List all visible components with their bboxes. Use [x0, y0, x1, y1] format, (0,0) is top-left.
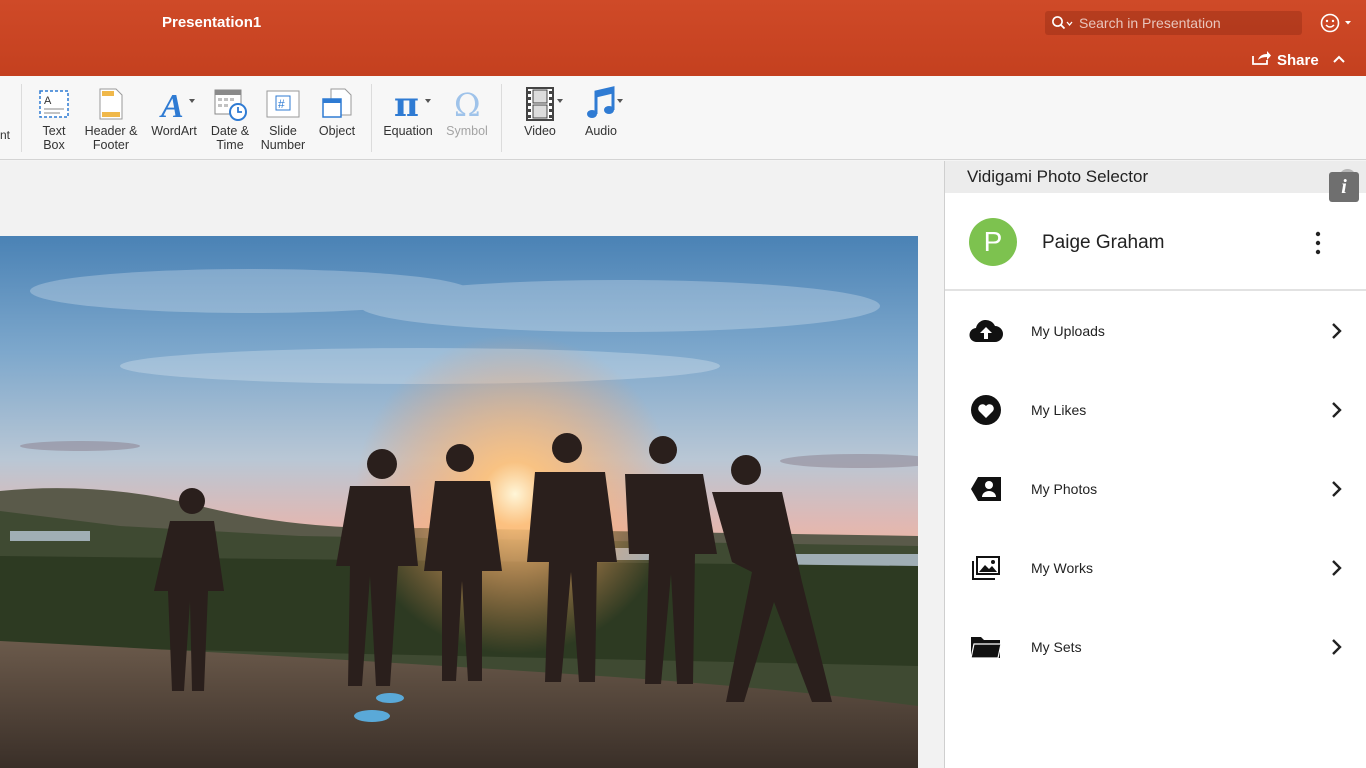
text-box-icon: A	[37, 84, 71, 124]
ribbon-separator	[21, 84, 22, 152]
title-bar: Presentation1 Share	[0, 0, 1366, 76]
video-button[interactable]: Video	[514, 84, 566, 138]
folder-icon	[969, 632, 1003, 662]
chevron-right-icon	[1331, 559, 1343, 577]
search-input[interactable]	[1079, 15, 1299, 31]
svg-text:A: A	[44, 95, 52, 107]
menu-item-my-sets[interactable]: My Sets	[945, 607, 1366, 686]
wordart-icon: A	[157, 84, 195, 124]
svg-text:Ω: Ω	[454, 88, 481, 120]
photo-stack-icon	[969, 553, 1003, 583]
person-tag-icon	[969, 474, 1003, 504]
ribbon: nt A Text Box Header & Footer A WordArt …	[0, 76, 1366, 160]
svg-text:A: A	[159, 88, 184, 121]
more-options-icon[interactable]	[1313, 231, 1323, 255]
wordart-button[interactable]: A WordArt	[148, 84, 200, 138]
chevron-right-icon	[1331, 480, 1343, 498]
equation-button[interactable]: π Equation	[380, 84, 436, 138]
chevron-right-icon	[1331, 401, 1343, 419]
slide-photo[interactable]	[0, 236, 918, 768]
slide-number-button[interactable]: # Slide Number	[259, 84, 307, 152]
photo-selector-pane: Vidigami Photo Selector P Paige Graham i…	[944, 161, 1366, 768]
menu-item-my-works[interactable]: My Works	[945, 528, 1366, 607]
omega-icon: Ω	[450, 84, 484, 124]
slide-number-icon: #	[265, 84, 301, 124]
ribbon-cut-label: nt	[0, 128, 11, 142]
user-profile-row: P Paige Graham i	[945, 172, 1366, 291]
music-note-icon	[585, 84, 623, 124]
menu-item-my-photos[interactable]: My Photos	[945, 449, 1366, 528]
search-box[interactable]	[1045, 11, 1302, 35]
date-time-button[interactable]: Date & Time	[207, 84, 253, 152]
header-footer-button[interactable]: Header & Footer	[80, 84, 142, 152]
calendar-clock-icon	[212, 84, 248, 124]
chevron-right-icon	[1331, 638, 1343, 656]
collapse-ribbon-icon[interactable]	[1332, 52, 1346, 66]
info-button[interactable]: i	[1329, 172, 1359, 202]
header-footer-icon	[96, 84, 126, 124]
avatar: P	[969, 218, 1017, 266]
chevron-right-icon	[1331, 322, 1343, 340]
menu-item-my-likes[interactable]: My Likes	[945, 370, 1366, 449]
share-icon	[1251, 50, 1271, 70]
heart-icon	[969, 394, 1003, 425]
feedback-smiley-icon[interactable]	[1320, 12, 1354, 34]
share-button[interactable]: Share	[1251, 50, 1319, 70]
document-title: Presentation1	[162, 14, 262, 31]
object-button[interactable]: Object	[313, 84, 361, 138]
sunset-group-photo	[0, 269, 918, 768]
cloud-upload-icon	[969, 316, 1003, 346]
pi-icon: π	[391, 84, 431, 124]
pane-header: Vidigami Photo Selector	[945, 161, 1366, 193]
pane-title: Vidigami Photo Selector	[967, 167, 1149, 186]
svg-text:π: π	[394, 88, 419, 120]
slide-editing-area[interactable]	[0, 161, 944, 768]
audio-button[interactable]: Audio	[576, 84, 626, 138]
search-icon[interactable]	[1051, 14, 1073, 32]
text-box-button[interactable]: A Text Box	[34, 84, 74, 152]
film-icon	[523, 84, 563, 124]
svg-text:#: #	[278, 97, 285, 111]
menu-item-my-uploads[interactable]: My Uploads	[945, 291, 1366, 370]
symbol-button[interactable]: Ω Symbol	[442, 84, 492, 138]
ribbon-separator	[371, 84, 372, 152]
ribbon-separator	[501, 84, 502, 152]
object-icon	[319, 84, 355, 124]
share-label: Share	[1277, 51, 1319, 69]
user-name: Paige Graham	[1042, 232, 1165, 253]
